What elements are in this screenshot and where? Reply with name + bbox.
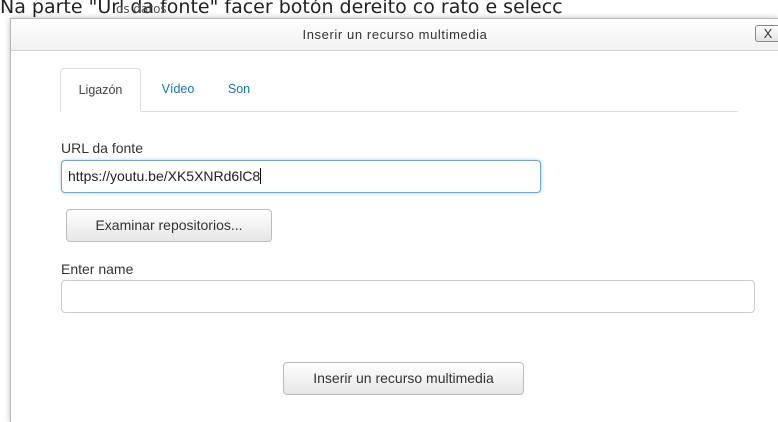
source-url-value: https://youtu.be/XK5XNRd6lC8 [68,168,261,184]
background-caption: Na parte "Url da fonte" facer botón dere… [0,0,778,20]
tab-video[interactable]: Vídeo [156,68,200,111]
media-tabs: Ligazón Vídeo Son [60,68,738,112]
background-caption-fragment: os datos [116,2,167,16]
tab-audio[interactable]: Son [222,68,256,111]
source-url-input[interactable]: https://youtu.be/XK5XNRd6lC8 [61,160,541,193]
browse-repositories-button[interactable]: Examinar repositorios... [66,209,272,242]
text-cursor [260,168,262,184]
name-input[interactable] [61,280,755,313]
tab-link[interactable]: Ligazón [60,68,141,112]
insert-media-button[interactable]: Inserir un recurso multimedia [283,362,524,395]
insert-media-dialog: Inserir un recurso multimedia X Ligazón … [10,18,778,422]
close-icon: X [763,26,773,41]
background-caption-text: Na parte "Url da fonte" facer botón dere… [0,0,563,18]
dialog-title: Inserir un recurso multimedia [302,27,488,42]
source-url-label: URL da fonte [61,140,143,156]
dialog-titlebar[interactable]: Inserir un recurso multimedia X [11,19,778,51]
enter-name-label: Enter name [61,261,134,277]
close-button[interactable]: X [755,25,778,42]
